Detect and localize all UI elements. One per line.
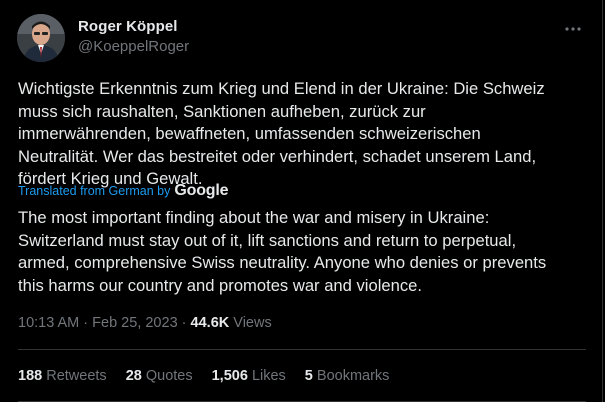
translation-attribution[interactable]: Translated from German by Google	[18, 181, 228, 201]
tweet-article: Roger Köppel @KoeppelRoger Wichtigste Er…	[0, 0, 603, 402]
retweets-link[interactable]: 188 Retweets	[18, 368, 107, 384]
quotes-label: Quotes	[145, 368, 193, 384]
avatar[interactable]	[17, 14, 65, 62]
quotes-count: 28	[125, 368, 142, 384]
quotes-link[interactable]: 28 Quotes	[126, 368, 193, 384]
views-link[interactable]: 44.6K Views	[191, 315, 272, 331]
views-label: Views	[233, 315, 272, 331]
more-horizontal-icon	[565, 27, 581, 31]
retweets-label: Retweets	[46, 368, 107, 384]
author-name[interactable]: Roger Köppel	[78, 18, 178, 35]
avatar-photo	[17, 14, 65, 62]
translated-label: Translated from German by	[18, 184, 171, 198]
tweet-translated-text: The most important finding about the war…	[18, 208, 547, 295]
bookmarks-count: 5	[304, 368, 313, 384]
more-options-button[interactable]	[560, 19, 586, 39]
tweet-meta: 10:13 AM · Feb 25, 2023 · 44.6K Views	[18, 315, 272, 331]
meta-separator-2: ·	[181, 315, 187, 331]
retweets-count: 188	[18, 368, 43, 384]
google-logo: Google	[174, 182, 229, 199]
bookmarks-link[interactable]: 5 Bookmarks	[305, 368, 390, 384]
bookmarks-label: Bookmarks	[316, 368, 390, 384]
divider	[18, 349, 586, 350]
tweet-original-text: Wichtigste Erkenntnis zum Krieg und Elen…	[18, 79, 545, 188]
views-count: 44.6K	[190, 315, 230, 331]
likes-label: Likes	[251, 368, 286, 384]
engagement-stats: 188 Retweets 28 Quotes 1,506 Likes 5 Boo…	[18, 368, 408, 384]
likes-link[interactable]: 1,506 Likes	[212, 368, 286, 384]
tweet-date[interactable]: Feb 25, 2023	[92, 315, 177, 331]
tweet-time[interactable]: 10:13 AM	[18, 315, 79, 331]
meta-separator: ·	[83, 315, 89, 331]
likes-count: 1,506	[211, 368, 248, 384]
author-handle[interactable]: @KoeppelRoger	[78, 38, 189, 55]
